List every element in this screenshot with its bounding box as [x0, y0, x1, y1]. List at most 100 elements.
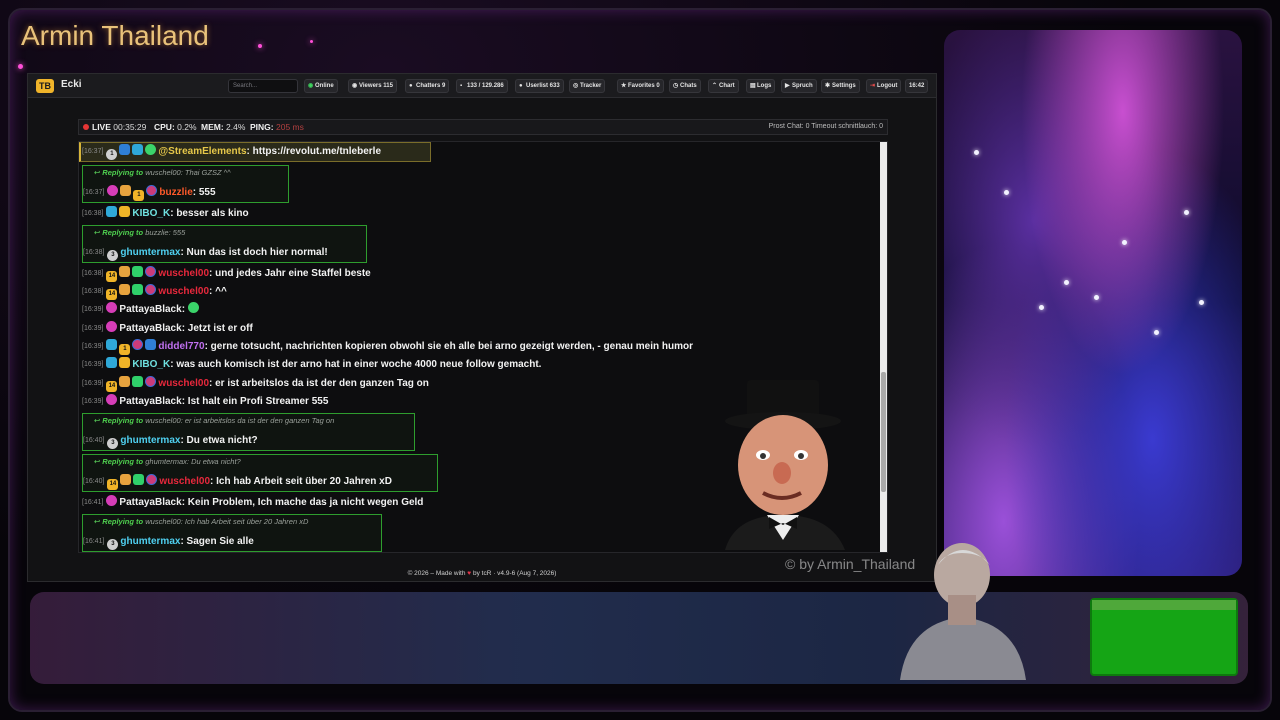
greenscreen-top [1092, 600, 1236, 610]
star-icon: ★ [621, 83, 627, 89]
message-username[interactable]: PattayaBlack [119, 497, 181, 508]
star-decoration [1122, 240, 1127, 245]
message-timestamp: [16:38] [82, 270, 104, 277]
message-username[interactable]: KIBO_K [132, 208, 170, 219]
settings-button[interactable]: ✱ Settings [821, 79, 860, 93]
reply-quoted-text: Thai GZSZ ^^ [184, 168, 231, 177]
logs-button[interactable]: ▤Logs [746, 79, 776, 93]
users-icon: ● [409, 83, 413, 89]
message-username[interactable]: ghumtermax [120, 536, 180, 547]
prost-status: Prost Chat: 0 Timeout schnittlauch: 0 [768, 123, 883, 130]
message-text: was auch komisch ist der arno hat in ein… [176, 359, 542, 370]
messages-count-button[interactable]: ▪ 133 / 129.286 [456, 79, 508, 93]
star-decoration [974, 150, 979, 155]
star-decoration [1064, 280, 1069, 285]
badge-icon [106, 206, 118, 217]
chat-scrollbar[interactable] [880, 142, 887, 552]
chat-scroll-thumb[interactable] [881, 372, 886, 492]
message-timestamp: [16:39] [82, 361, 104, 368]
emote-icon [187, 302, 199, 313]
message-username[interactable]: wuschel00 [158, 268, 209, 279]
chart-button[interactable]: ⌃ Chart [708, 79, 739, 93]
message-timestamp: [16:39] [82, 343, 104, 350]
logout-button[interactable]: ⇥ Logout [866, 79, 902, 93]
badge-icon [106, 339, 118, 350]
messages-count-label: 133 / 129.286 [467, 83, 504, 89]
message-username[interactable]: KIBO_K [132, 359, 170, 370]
message-text: Ist halt ein Profi Streamer 555 [187, 396, 329, 407]
message-username[interactable]: wuschel00 [158, 286, 209, 297]
message-username[interactable]: @StreamElements [158, 146, 246, 157]
ping-value: 205 ms [276, 122, 304, 132]
quote-icon: ▶ [785, 83, 790, 89]
star-decoration [1004, 190, 1009, 195]
message-username[interactable]: wuschel00 [158, 378, 209, 389]
star-decoration [1094, 295, 1099, 300]
userlist-button[interactable]: ● Userlist 633 [515, 79, 564, 93]
message-username[interactable]: diddel770 [158, 341, 204, 352]
chat-icon: ▪ [460, 83, 463, 89]
search-input[interactable]: Search... [228, 79, 298, 93]
reply-message: ↩ Replying to wuschel00: er ist arbeitslo… [82, 413, 415, 451]
favorites-button[interactable]: ★ Favorites 0 [617, 79, 664, 93]
message-text: Kein Problem, Ich mache das ja nicht weg… [187, 497, 424, 508]
message-timestamp: [16:38] [83, 249, 105, 256]
viewers-button[interactable]: ◉ Viewers 115 [348, 79, 397, 93]
chat-message: [16:41] 3 ghumtermax: Sagen Sie alle [83, 534, 254, 550]
chats-button[interactable]: ◷ Chats [669, 79, 701, 93]
globe-badge-icon [146, 474, 158, 485]
chatters-button[interactable]: ● Chatters 9 [405, 79, 450, 93]
reply-target-user: wuschel00 [145, 168, 181, 177]
spruch-button[interactable]: ▶ Spruch [781, 79, 817, 93]
reply-context: ↩ Replying to buzzlie: 555 [94, 228, 186, 237]
online-button[interactable]: ◉ Online [304, 79, 338, 93]
message-timestamp: [16:40] [83, 478, 105, 485]
reply-quoted-text: Du etwa nicht? [191, 457, 241, 466]
chat-message: [16:39] PattayaBlack: [82, 302, 201, 318]
greenscreen-panel [1090, 598, 1238, 676]
tracker-button[interactable]: ◎ Tracker [569, 79, 606, 93]
message-username[interactable]: PattayaBlack [119, 304, 181, 315]
crown-badge-icon [120, 185, 132, 196]
globe-badge-icon [145, 266, 157, 277]
message-username[interactable]: PattayaBlack [119, 323, 181, 334]
chat-message: [16:39] KIBO_K: was auch komisch ist der … [82, 357, 541, 373]
replying-label: Replying to [102, 228, 144, 237]
message-username[interactable]: buzzlie [159, 187, 192, 198]
cartoon-avatar [725, 380, 845, 550]
footer-version: by tcR · v4.9-6 (Aug 7, 2026) [472, 570, 557, 577]
message-timestamp: [16:37] [83, 189, 105, 196]
message-username[interactable]: ghumtermax [120, 435, 180, 446]
sparkle-decoration [258, 44, 262, 48]
chat-message: [16:38] 14 wuschel00: ^^ [82, 284, 227, 300]
star-decoration [1039, 305, 1044, 310]
message-timestamp: [16:38] [82, 210, 104, 217]
globe-badge-icon [146, 185, 158, 196]
nebula-panel [944, 30, 1242, 576]
ping-label: PING: [250, 122, 274, 132]
logout-button-label: Logout [877, 83, 898, 89]
badge-icon [119, 357, 131, 368]
message-timestamp: [16:40] [83, 437, 105, 444]
badge-icon: 14 [106, 271, 118, 282]
gear-icon: ✱ [825, 83, 831, 89]
cpu-label: CPU: [154, 122, 175, 132]
message-text: gerne totsucht, nachrichten kopieren obw… [210, 341, 693, 352]
message-text: Ich hab Arbeit seit über 20 Jahren xD [216, 476, 392, 487]
message-username[interactable]: ghumtermax [120, 247, 180, 258]
globe-badge-icon [132, 339, 144, 350]
chat-message: [16:41] PattayaBlack: Kein Problem, Ich m… [82, 495, 423, 511]
app-logo[interactable]: TB [36, 79, 54, 93]
message-username[interactable]: wuschel00 [159, 476, 210, 487]
message-username[interactable]: PattayaBlack [119, 396, 181, 407]
reply-context: ↩ Replying to wuschel00: Thai GZSZ ^^ [94, 168, 231, 177]
reply-target-user: ghumtermax [145, 457, 187, 466]
message-text: Du etwa nicht? [186, 435, 258, 446]
spruch-button-label: Spruch [792, 83, 813, 89]
badge-icon: 3 [107, 539, 119, 550]
uptime-value: 00:35:29 [113, 122, 147, 132]
message-timestamp: [16:37] [82, 148, 104, 155]
reply-target-user: wuschel00 [145, 517, 181, 526]
reply-target-user: wuschel00 [145, 416, 181, 425]
badge-icon: 1 [106, 149, 118, 160]
